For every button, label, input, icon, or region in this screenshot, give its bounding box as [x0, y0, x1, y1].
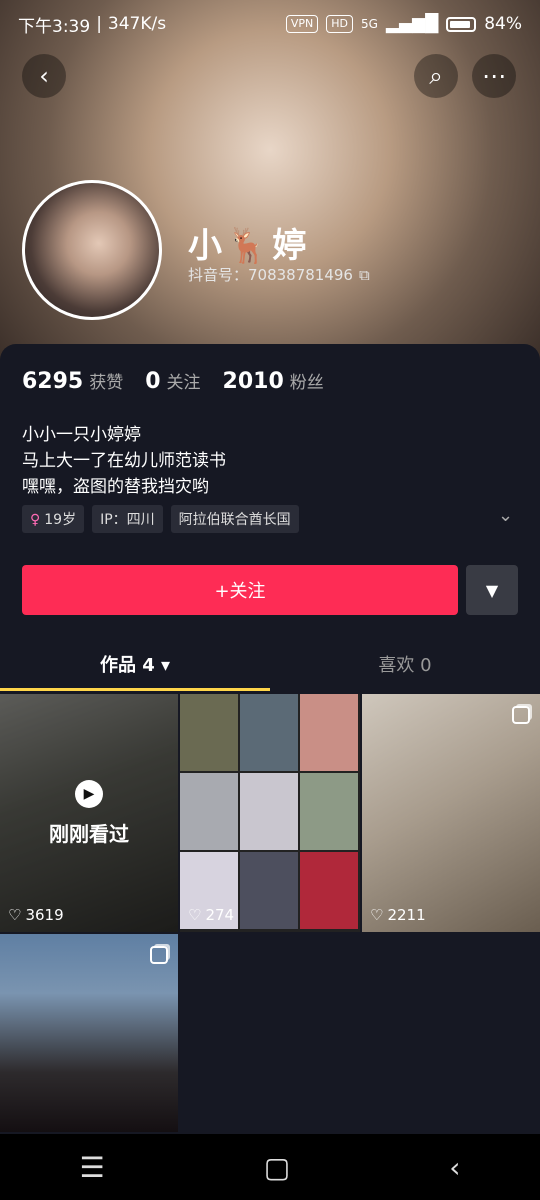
follow-button[interactable]: +关注	[22, 565, 458, 615]
multi-image-icon	[512, 706, 530, 724]
multi-image-icon	[150, 946, 168, 964]
status-speed: 347K/s	[107, 14, 167, 34]
profile-tabs: 作品 4 ▾ 喜欢 0	[0, 640, 540, 692]
stat-following[interactable]: 0 关注	[145, 368, 200, 394]
tab-works[interactable]: 作品 4 ▾	[0, 640, 270, 692]
recently-watched-overlay: ▶ 刚刚看过	[0, 694, 178, 932]
expand-chevron-icon[interactable]: ⌄	[498, 505, 513, 526]
status-time: 下午3:39	[18, 16, 91, 37]
copy-icon[interactable]: ⧉	[359, 266, 370, 284]
video-thumbnail[interactable]: ♡ 274	[180, 694, 360, 932]
profile-name: 小🦌婷	[188, 226, 311, 266]
like-count: ♡ 274	[188, 906, 234, 924]
ip-tag: IP：四川	[92, 505, 163, 533]
recently-watched-label: 刚刚看过	[49, 821, 129, 846]
signal-text: 5G	[360, 17, 378, 31]
video-thumbnail[interactable]: ♡ 2211	[362, 694, 540, 932]
stat-followers-label: 粉丝	[289, 373, 324, 393]
stat-likes-value: 6295	[22, 369, 84, 394]
heart-icon: ♡	[370, 906, 384, 924]
video-grid: ▶ 刚刚看过 ♡ 3619 ♡ 274 ♡ 2211	[0, 694, 540, 1134]
heart-icon: ♡	[188, 906, 202, 924]
profile-stats: 6295 获赞 0 关注 2010 粉丝	[22, 368, 324, 394]
menu-icon[interactable]: ☰	[80, 1151, 105, 1184]
heart-icon: ♡	[8, 906, 22, 924]
like-count-text: 2211	[387, 906, 426, 924]
home-icon[interactable]: ▢	[264, 1151, 290, 1184]
more-icon: ⋯	[482, 62, 506, 90]
age-text: 19岁	[44, 512, 77, 528]
female-icon: ♀	[30, 512, 41, 528]
tab-likes[interactable]: 喜欢 0	[270, 640, 540, 692]
search-button[interactable]: ⌕	[414, 54, 458, 98]
profile-bio: 小小一只小婷婷 马上大一了在幼儿师范读书 嘿嘿，盗图的替我挡灾哟	[22, 422, 226, 500]
collage-tile	[240, 773, 298, 850]
collage-tile	[300, 694, 358, 771]
stat-likes-label: 获赞	[89, 373, 124, 393]
stat-following-label: 关注	[166, 373, 201, 393]
back-icon[interactable]: ‹	[449, 1151, 460, 1184]
hd-badge: HD	[326, 15, 353, 33]
like-count: ♡ 2211	[370, 906, 426, 924]
location-tag: 阿拉伯联合酋长国	[170, 505, 299, 533]
like-count-text: 3619	[25, 906, 64, 924]
profile-tags: ♀ 19岁 IP：四川 阿拉伯联合酋长国	[22, 505, 299, 533]
avatar[interactable]	[22, 180, 162, 320]
collage-tile	[300, 852, 358, 929]
more-button[interactable]: ⋯	[472, 54, 516, 98]
system-navbar: ☰ ▢ ‹	[0, 1134, 540, 1200]
stat-followers-value: 2010	[222, 369, 284, 394]
status-bar: 下午3:39 | 347K/s VPN HD 5G ▂▄▆█ 84%	[0, 0, 540, 48]
stat-likes[interactable]: 6295 获赞	[22, 368, 123, 394]
like-count-text: 274	[205, 906, 235, 924]
douyin-id-text: 抖音号：70838781496	[188, 266, 353, 284]
battery-icon	[446, 16, 477, 32]
bio-line: 马上大一了在幼儿师范读书	[22, 451, 226, 471]
recommend-dropdown-button[interactable]: ▼	[466, 565, 518, 615]
collage-tile	[300, 773, 358, 850]
age-tag: ♀ 19岁	[22, 505, 85, 533]
bio-line: 小小一只小婷婷	[22, 425, 141, 445]
back-button[interactable]: ‹	[22, 54, 66, 98]
search-icon: ⌕	[429, 62, 443, 90]
video-thumbnail[interactable]	[0, 934, 178, 1132]
tab-indicator	[0, 688, 270, 691]
bio-line: 嘿嘿，盗图的替我挡灾哟	[22, 477, 209, 497]
stat-followers[interactable]: 2010 粉丝	[223, 368, 324, 394]
vpn-badge: VPN	[285, 15, 319, 33]
collage-tile	[180, 773, 238, 850]
back-arrow-icon: ‹	[39, 62, 49, 90]
battery-percent: 84%	[484, 14, 522, 34]
collage-tile	[240, 852, 298, 929]
like-count: ♡ 3619	[8, 906, 64, 924]
play-icon: ▶	[75, 779, 103, 808]
video-thumbnail[interactable]: ▶ 刚刚看过 ♡ 3619	[0, 694, 178, 932]
signal-icon: ▂▄▆█	[385, 14, 439, 34]
stat-following-value: 0	[145, 369, 161, 394]
collage-tile	[180, 694, 238, 771]
douyin-id: 抖音号：70838781496 ⧉	[188, 264, 370, 285]
collage-tile	[240, 694, 298, 771]
